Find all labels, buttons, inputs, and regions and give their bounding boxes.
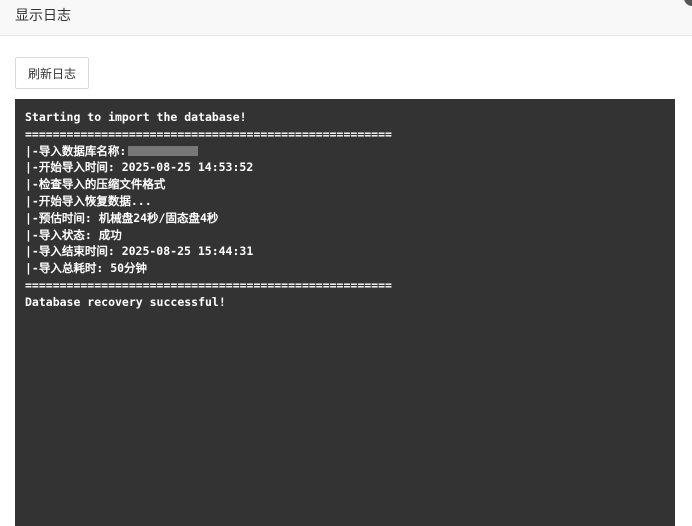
refresh-log-button[interactable]: 刷新日志 [15,57,89,89]
log-line-restoring: |-开始导入恢复数据... [25,193,152,208]
log-line-total-time: |-导入总耗时: 50分钟 [25,261,148,276]
dialog-header: 显示日志 [0,0,692,36]
log-output[interactable]: Starting to import the database! =======… [15,99,675,526]
log-line-start: Starting to import the database! [25,110,247,124]
log-line-start-time: |-开始导入时间: 2025-08-25 14:53:52 [25,160,254,175]
log-line-estimate: |-预估时间: 机械盘24秒/固态盘4秒 [25,210,219,225]
log-line-result: Database recovery successful! [25,294,226,309]
dialog-title: 显示日志 [15,8,71,24]
log-line-end-time: |-导入结束时间: 2025-08-25 15:44:31 [25,244,254,259]
log-line-check-format: |-检查导入的压缩文件格式 [25,177,166,192]
close-icon[interactable] [684,0,692,6]
db-name-label: |-导入数据库名称: [25,143,127,158]
log-separator-top: ========================================… [25,126,392,141]
log-dialog: 显示日志 刷新日志 Starting to import the databas… [0,0,692,526]
log-line-db-name: |-导入数据库名称: [25,143,665,160]
log-line-status: |-导入状态: 成功 [25,227,122,242]
log-separator-bottom: ========================================… [25,277,392,292]
redacted-db-name [128,145,199,156]
